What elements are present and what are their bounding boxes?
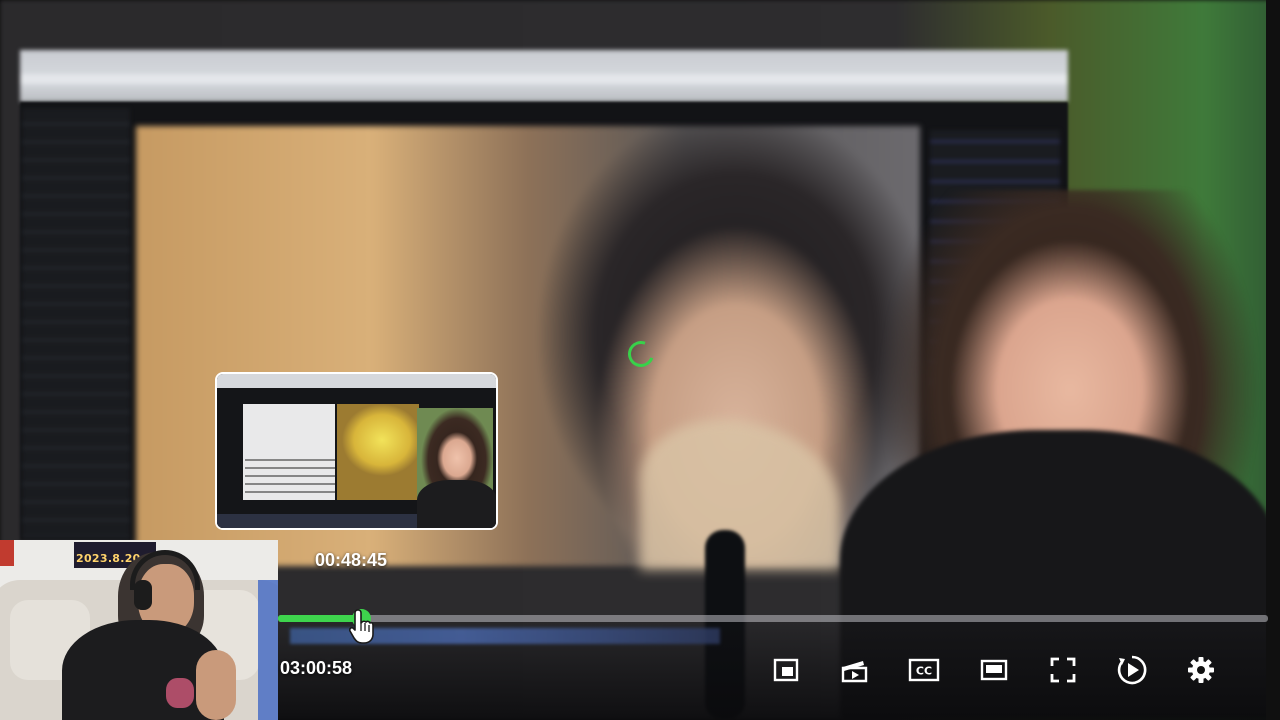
svg-text:CC: CC <box>916 665 932 678</box>
autoplay-button[interactable] <box>1114 652 1150 688</box>
theater-mode-button[interactable] <box>976 652 1012 688</box>
fullscreen-icon <box>1050 657 1076 683</box>
total-duration: 03:00:58 <box>280 658 353 678</box>
frame-edge <box>1266 0 1280 720</box>
clip-button[interactable] <box>837 652 873 688</box>
captions-button[interactable]: CC <box>906 652 942 688</box>
fullscreen-button[interactable] <box>1045 652 1081 688</box>
webcam-overlay: 2023.8.20 SUN <box>0 540 278 720</box>
captions-icon: CC <box>908 658 940 682</box>
progress-bar[interactable] <box>278 609 1268 628</box>
seek-hover-time: 00:48:45 <box>315 550 388 570</box>
clip-icon <box>841 661 868 683</box>
autoplay-icon <box>1117 655 1147 685</box>
stream-sidebar <box>22 108 130 538</box>
settings-icon <box>1188 657 1214 683</box>
browser-bar <box>20 50 1068 102</box>
seek-preview-thumbnail <box>215 372 498 530</box>
miniplayer-icon <box>773 658 799 682</box>
settings-button[interactable] <box>1183 652 1219 688</box>
hand-cursor-icon <box>349 609 374 644</box>
miniplayer-button[interactable] <box>768 652 804 688</box>
theater-mode-icon <box>980 659 1008 681</box>
